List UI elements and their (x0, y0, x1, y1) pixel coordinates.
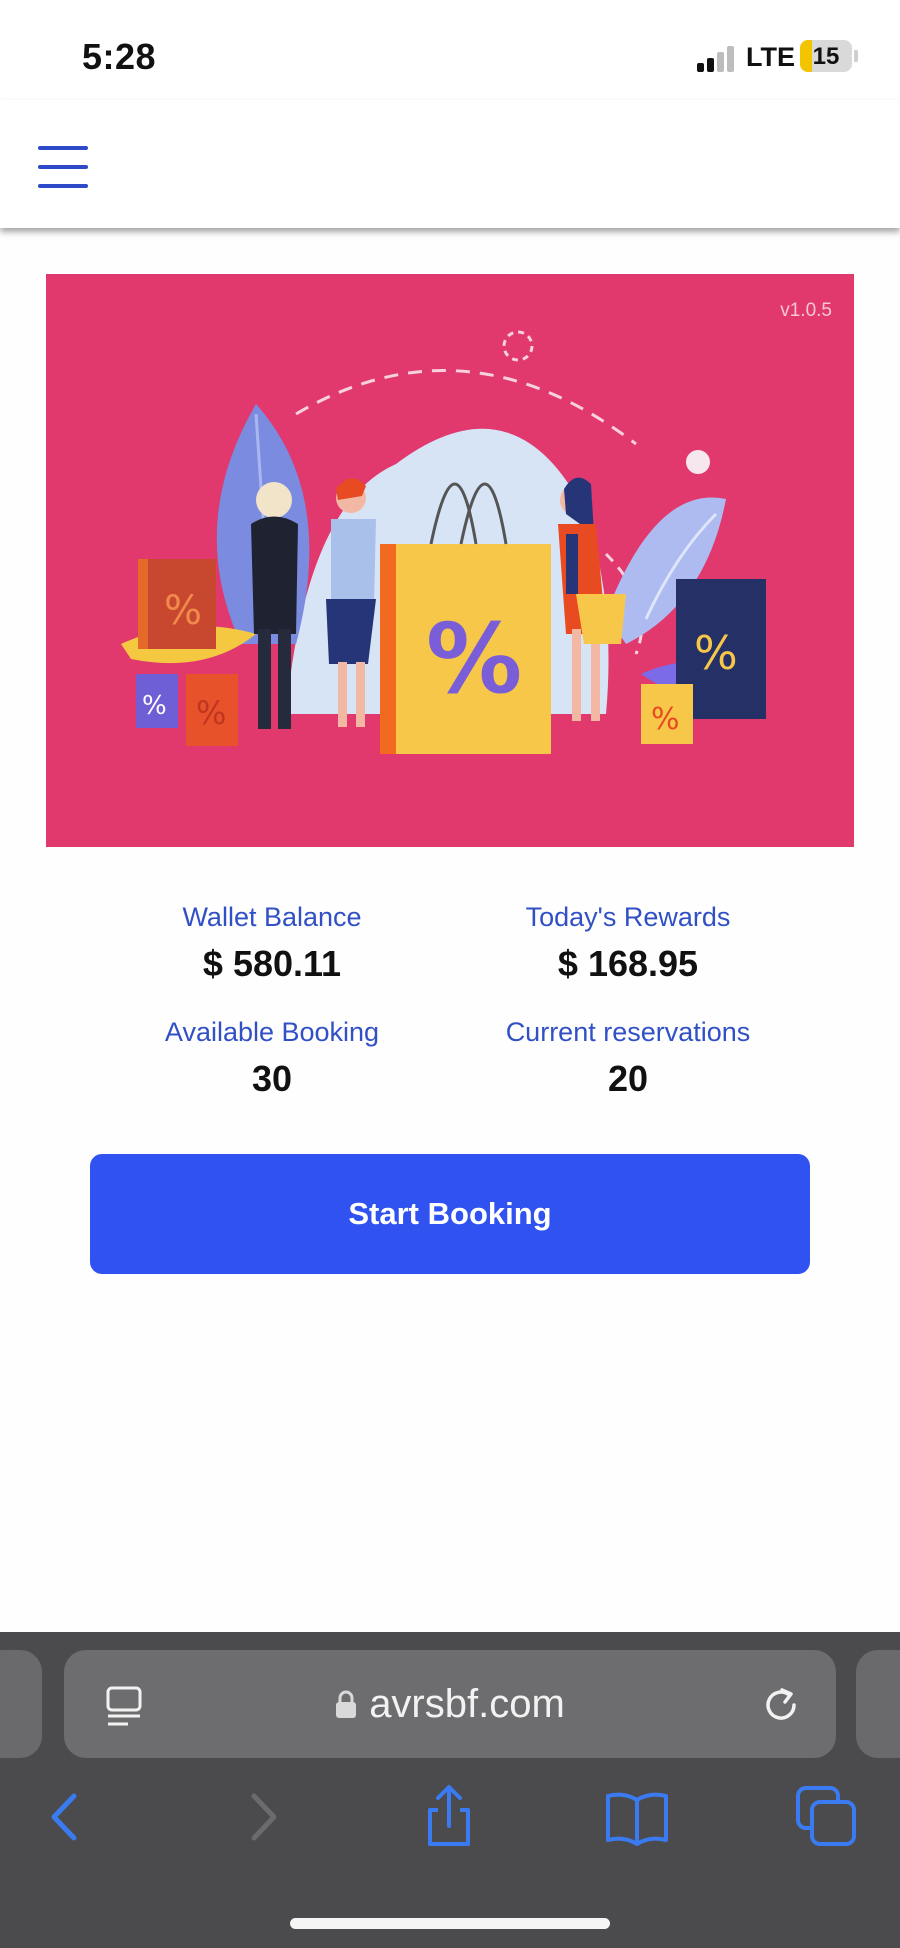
battery-level: 15 (812, 43, 840, 70)
battery-cap (854, 50, 858, 62)
available-booking-stat: Available Booking 30 (82, 1017, 462, 1100)
app-version: v1.0.5 (780, 300, 832, 321)
svg-text:%: % (164, 588, 202, 634)
cellular-signal-icon (697, 44, 737, 72)
lock-icon (335, 1684, 357, 1718)
previous-tab-preview[interactable] (0, 1650, 42, 1758)
svg-text:%: % (694, 626, 738, 680)
start-booking-button[interactable]: Start Booking (90, 1154, 810, 1274)
home-indicator[interactable] (290, 1918, 610, 1929)
wallet-balance-value: $ 580.11 (202, 943, 342, 984)
current-reservations-stat: Current reservations 20 (438, 1017, 818, 1100)
promo-banner: % % % % % % v1.0.5 (46, 274, 854, 847)
bookmarks-icon[interactable] (602, 1782, 672, 1852)
back-icon[interactable] (32, 1782, 102, 1852)
current-reservations-label: Current reservations (505, 1017, 751, 1047)
current-reservations-value: 20 (607, 1058, 649, 1099)
url-text: avrsbf.com (369, 1682, 565, 1726)
browser-toolbar: avrsbf.com (0, 1632, 900, 1948)
forward-icon[interactable] (226, 1782, 296, 1852)
hamburger-menu-icon[interactable] (38, 146, 90, 188)
status-bar: 5:28 LTE 15 (0, 0, 900, 100)
shopping-people-illustration: % % % % % % (121, 330, 766, 754)
browser-nav-row (0, 1782, 900, 1872)
network-type: LTE (746, 42, 795, 72)
available-booking-value: 30 (251, 1058, 293, 1099)
address-bar[interactable]: avrsbf.com (64, 1650, 836, 1758)
svg-text:%: % (196, 694, 226, 732)
available-booking-label: Available Booking (164, 1017, 380, 1047)
battery-icon: 15 (800, 40, 852, 72)
app-header (0, 100, 900, 228)
todays-rewards-value: $ 168.95 (557, 943, 699, 984)
next-tab-preview[interactable] (856, 1650, 900, 1758)
todays-rewards-stat: Today's Rewards $ 168.95 (438, 902, 818, 985)
url-display[interactable]: avrsbf.com (64, 1682, 836, 1727)
wallet-balance-label: Wallet Balance (182, 902, 362, 932)
reload-icon[interactable] (758, 1682, 804, 1728)
svg-text:%: % (651, 702, 680, 737)
svg-text:%: % (426, 603, 522, 715)
share-icon[interactable] (414, 1782, 484, 1852)
status-time: 5:28 (82, 36, 157, 77)
tabs-icon[interactable] (792, 1782, 862, 1852)
todays-rewards-label: Today's Rewards (525, 902, 731, 932)
svg-text:%: % (142, 691, 167, 721)
wallet-balance-stat: Wallet Balance $ 580.11 (82, 902, 462, 985)
